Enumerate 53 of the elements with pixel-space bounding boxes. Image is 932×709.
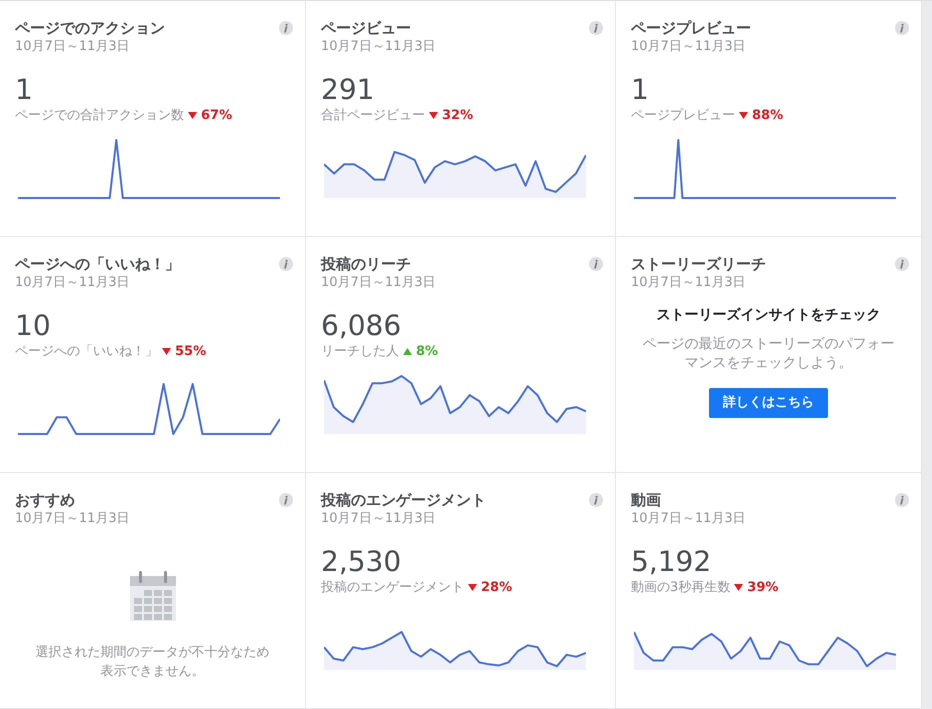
- metric-value: 2,530: [321, 545, 402, 579]
- info-icon[interactable]: [279, 21, 293, 35]
- calendar-icon: [130, 571, 176, 621]
- learn-more-button[interactable]: 詳しくはこちら: [709, 388, 828, 418]
- empty-message: 選択された期間のデータが不十分なため表示できません。: [34, 644, 270, 681]
- metric-caption: ページプレビュー: [631, 107, 735, 124]
- change-percent: 39%: [747, 579, 778, 596]
- date-range: 10月7日～11月3日: [631, 274, 746, 291]
- metric-value: 6,086: [321, 309, 402, 343]
- change-percent: 32%: [442, 107, 474, 124]
- info-icon[interactable]: [895, 257, 909, 271]
- metric-caption: リーチした人: [321, 343, 399, 360]
- info-icon[interactable]: [895, 493, 909, 507]
- date-range: 10月7日～11月3日: [321, 510, 436, 527]
- change-percent: 28%: [481, 579, 512, 596]
- metric-caption: ページでの合計アクション数: [15, 107, 184, 124]
- metric-caption: ページへの「いいね！」: [15, 343, 158, 360]
- card-title: ページへの「いいね！」: [15, 254, 180, 274]
- card-title: ストーリーズリーチ: [631, 254, 766, 274]
- info-icon[interactable]: [589, 21, 603, 35]
- date-range: 10月7日～11月3日: [15, 38, 130, 55]
- date-range: 10月7日～11月3日: [631, 510, 746, 527]
- metric-caption: 動画の3秒再生数: [631, 579, 730, 596]
- card-title: ページプレビュー: [631, 18, 751, 38]
- card-title: 動画: [631, 490, 661, 510]
- card-title: 投稿のエンゲージメント: [321, 490, 486, 510]
- info-icon[interactable]: [589, 493, 603, 507]
- info-icon[interactable]: [895, 21, 909, 35]
- metric-caption: 合計ページビュー: [321, 107, 425, 124]
- metric-value: 291: [321, 73, 374, 107]
- info-icon[interactable]: [589, 257, 603, 271]
- change-percent: 67%: [201, 107, 232, 124]
- metric-value: 10: [15, 309, 51, 343]
- change-percent: 55%: [175, 343, 206, 360]
- promo-heading: ストーリーズインサイトをチェック: [656, 306, 880, 325]
- card-title: ページでのアクション: [15, 18, 165, 38]
- card-title: 投稿のリーチ: [321, 254, 411, 274]
- change-percent: 8%: [416, 343, 438, 360]
- date-range: 10月7日～11月3日: [321, 38, 436, 55]
- info-icon[interactable]: [279, 493, 293, 507]
- date-range: 10月7日～11月3日: [631, 38, 746, 55]
- card-title: おすすめ: [15, 490, 75, 510]
- promo-description: ページの最近のストーリーズのパフォーマンスをチェックしよう。: [642, 335, 896, 373]
- card-title: ページビュー: [321, 18, 411, 38]
- info-icon[interactable]: [279, 257, 293, 271]
- date-range: 10月7日～11月3日: [15, 274, 130, 291]
- metric-value: 1: [15, 73, 33, 107]
- metric-value: 5,192: [631, 545, 712, 579]
- date-range: 10月7日～11月3日: [15, 510, 130, 527]
- metric-caption: 投稿のエンゲージメント: [321, 579, 464, 596]
- change-percent: 88%: [752, 107, 784, 124]
- metric-value: 1: [631, 73, 649, 107]
- date-range: 10月7日～11月3日: [321, 274, 436, 291]
